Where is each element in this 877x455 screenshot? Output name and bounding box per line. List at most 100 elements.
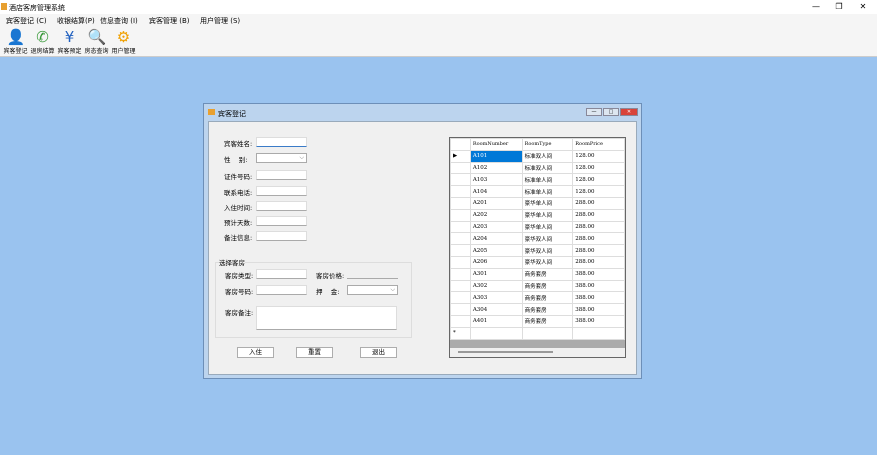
table-cell[interactable]: 豪华单人间 <box>521 196 574 210</box>
row-header[interactable] <box>450 314 471 328</box>
column-header[interactable]: RoomNumber <box>469 138 523 151</box>
table-cell[interactable]: A203 <box>469 220 523 234</box>
window-close-button[interactable]: ✕ <box>620 108 638 116</box>
row-header[interactable]: * <box>450 326 471 340</box>
table-cell[interactable]: A302 <box>469 279 523 293</box>
table-cell[interactable]: 288.00 <box>572 232 625 246</box>
table-cell[interactable] <box>469 326 523 340</box>
table-cell[interactable]: 288.00 <box>572 196 625 210</box>
table-cell[interactable]: 128.00 <box>572 173 625 187</box>
days-input[interactable] <box>256 216 307 226</box>
table-cell[interactable]: A304 <box>469 303 523 316</box>
table-cell[interactable]: A202 <box>469 208 523 222</box>
gender-select[interactable]: ⌵ <box>256 153 307 163</box>
window-minimize-button[interactable]: — <box>586 108 602 116</box>
table-cell[interactable]: 288.00 <box>572 208 625 222</box>
id-input[interactable] <box>256 170 307 180</box>
row-header[interactable] <box>450 185 471 198</box>
table-cell[interactable]: 豪华双人间 <box>521 232 574 246</box>
horizontal-scrollbar[interactable] <box>450 348 625 357</box>
table-row[interactable]: A104 标准单人间 128.00 <box>450 185 625 198</box>
table-cell[interactable]: 128.00 <box>572 161 625 175</box>
note-input[interactable] <box>256 231 307 241</box>
table-cell[interactable]: 388.00 <box>572 279 625 293</box>
table-cell[interactable]: A103 <box>469 173 523 187</box>
table-row[interactable]: A103 标准单人间 128.00 <box>450 173 625 187</box>
table-row[interactable]: A205 豪华双人间 288.00 <box>450 244 625 257</box>
table-cell[interactable] <box>521 326 574 340</box>
table-row[interactable]: A201 豪华单人间 288.00 <box>450 196 625 210</box>
table-row[interactable]: A304 商务套房 388.00 <box>450 303 625 316</box>
table-cell[interactable]: A301 <box>469 267 523 281</box>
table-cell[interactable]: A104 <box>469 185 523 198</box>
table-cell[interactable]: A205 <box>469 244 523 257</box>
deposit-select[interactable]: ⌵ <box>347 285 398 295</box>
room-note-textarea[interactable] <box>256 306 397 330</box>
column-header[interactable]: RoomType <box>521 138 574 151</box>
table-cell[interactable]: 388.00 <box>572 267 625 281</box>
row-header[interactable] <box>450 173 471 187</box>
table-cell[interactable]: A201 <box>469 196 523 210</box>
table-cell[interactable]: 288.00 <box>572 244 625 257</box>
table-cell[interactable]: 商务套房 <box>521 314 574 328</box>
room-type-input[interactable] <box>256 269 307 279</box>
table-cell[interactable]: 豪华单人间 <box>521 208 574 222</box>
room-number-input[interactable] <box>256 285 307 295</box>
checkin-input[interactable] <box>256 201 307 211</box>
column-header[interactable]: RoomPrice <box>572 138 625 151</box>
table-cell[interactable] <box>572 326 625 340</box>
menu-info-query[interactable]: 信息查询 (I) <box>100 16 138 26</box>
table-cell[interactable]: A102 <box>469 161 523 175</box>
row-header[interactable] <box>450 196 471 210</box>
table-cell[interactable]: 商务套房 <box>521 267 574 281</box>
menu-guest-register[interactable]: 宾客登记 (C) <box>6 16 47 26</box>
menu-guest-manage[interactable]: 宾客管理 (B) <box>149 16 190 26</box>
table-cell[interactable]: 豪华单人间 <box>521 220 574 234</box>
toolbar-button-0[interactable]: 👤 宾客登记 <box>2 28 29 55</box>
row-header[interactable] <box>450 244 471 257</box>
table-row[interactable]: ▶ A101 标准双人间 128.00 <box>450 149 625 163</box>
table-row[interactable]: A203 豪华单人间 288.00 <box>450 220 625 234</box>
table-cell[interactable]: 388.00 <box>572 314 625 328</box>
row-header[interactable] <box>450 291 471 305</box>
row-header[interactable] <box>450 279 471 293</box>
close-button[interactable]: ✕ <box>853 2 873 11</box>
table-row[interactable]: A301 商务套房 388.00 <box>450 267 625 281</box>
row-header[interactable] <box>450 255 471 269</box>
table-row[interactable]: A303 商务套房 388.00 <box>450 291 625 305</box>
new-row[interactable]: * <box>450 326 625 340</box>
table-row[interactable]: A204 豪华双人间 288.00 <box>450 232 625 246</box>
row-header[interactable] <box>450 303 471 316</box>
phone-input[interactable] <box>256 186 307 196</box>
table-cell[interactable]: 388.00 <box>572 291 625 305</box>
toolbar-button-3[interactable]: 🔍 房态查询 <box>83 28 110 55</box>
room-grid[interactable]: RoomNumber RoomType RoomPrice ▶ A101 标准双人间 128… <box>449 137 626 358</box>
minimize-button[interactable]: — <box>806 2 826 11</box>
table-cell[interactable]: 豪华双人间 <box>521 244 574 257</box>
table-row[interactable]: A102 标准双人间 128.00 <box>450 161 625 175</box>
table-cell[interactable]: 128.00 <box>572 149 625 163</box>
checkin-button[interactable]: 入住 <box>237 347 274 358</box>
table-cell[interactable]: 豪华双人间 <box>521 255 574 269</box>
table-cell[interactable]: 128.00 <box>572 185 625 198</box>
row-header[interactable] <box>450 232 471 246</box>
table-cell[interactable]: 288.00 <box>572 220 625 234</box>
table-cell[interactable]: 288.00 <box>572 255 625 269</box>
reset-button[interactable]: 重置 <box>296 347 333 358</box>
table-row[interactable]: A206 豪华双人间 288.00 <box>450 255 625 269</box>
table-cell[interactable]: A401 <box>469 314 523 328</box>
table-cell[interactable]: A206 <box>469 255 523 269</box>
maximize-button[interactable]: ❐ <box>829 2 849 11</box>
row-header[interactable] <box>450 220 471 234</box>
menu-user-manage[interactable]: 用户管理 (S) <box>200 16 240 26</box>
table-cell[interactable]: 商务套房 <box>521 279 574 293</box>
table-cell[interactable]: 388.00 <box>572 303 625 316</box>
table-row[interactable]: A202 豪华单人间 288.00 <box>450 208 625 222</box>
table-cell[interactable]: A303 <box>469 291 523 305</box>
toolbar-button-4[interactable]: ⚙ 用户管理 <box>110 28 137 55</box>
toolbar-button-2[interactable]: ¥ 宾客预定 <box>56 28 83 55</box>
table-cell[interactable]: 标准单人间 <box>521 173 574 187</box>
table-cell[interactable]: 标准双人间 <box>521 161 574 175</box>
menu-cashier[interactable]: 收银结算(P) <box>57 16 95 26</box>
table-cell[interactable]: A204 <box>469 232 523 246</box>
